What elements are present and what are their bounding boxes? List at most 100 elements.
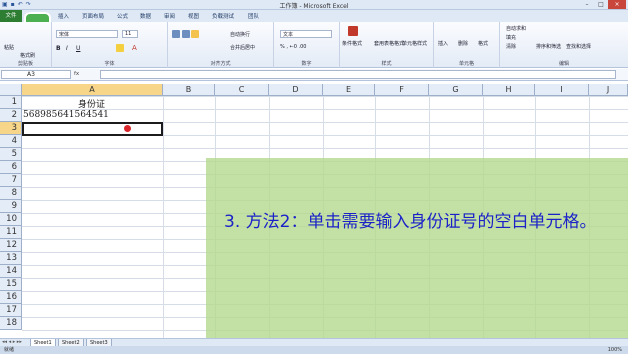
row-header-13[interactable]: 13 bbox=[0, 252, 22, 265]
paste-button[interactable]: 粘贴 bbox=[4, 44, 14, 51]
window-title: 工作簿 - Microsoft Excel bbox=[279, 3, 349, 10]
column-header-h[interactable]: H bbox=[483, 84, 535, 96]
row-header-1[interactable]: 1 bbox=[0, 96, 22, 109]
status-bar: 就绪 100% bbox=[0, 346, 628, 354]
delete-button[interactable]: 删除 bbox=[458, 40, 468, 47]
row-header-11[interactable]: 11 bbox=[0, 226, 22, 239]
ribbon-tabs: 文件 开始 插入 页面布局 公式 数据 审阅 视图 负载测试 团队 bbox=[0, 10, 628, 22]
alignment-label: 对齐方式 bbox=[210, 61, 231, 67]
row-header-2[interactable]: 2 bbox=[0, 109, 22, 122]
wrap-text-button[interactable]: 自动换行 bbox=[230, 31, 250, 38]
column-header-j[interactable]: J bbox=[589, 84, 628, 96]
number-format-select[interactable]: 文本 bbox=[280, 30, 332, 38]
fill-button[interactable]: 填充 bbox=[506, 34, 516, 41]
find-select-button[interactable]: 查找和选择 bbox=[566, 43, 591, 50]
font-group: 宋体 11 B I U A 字体 bbox=[52, 22, 168, 68]
merge-center-button[interactable]: 合并后居中 bbox=[230, 44, 255, 51]
row-header-7[interactable]: 7 bbox=[0, 174, 22, 187]
format-button[interactable]: 格式 bbox=[478, 40, 488, 47]
clipboard-label: 剪贴板 bbox=[17, 61, 33, 67]
cells-group: 插入 删除 格式 单元格 bbox=[434, 22, 500, 68]
insert-button[interactable]: 插入 bbox=[438, 40, 448, 47]
row-header-17[interactable]: 17 bbox=[0, 304, 22, 317]
alignment-group: 自动换行 合并后居中 对齐方式 bbox=[168, 22, 274, 68]
ribbon: 粘贴 格式刷 剪贴板 宋体 11 B I U A 字体 自动换行 合并后居中 对… bbox=[0, 22, 628, 68]
column-header-d[interactable]: D bbox=[269, 84, 323, 96]
row-header-3[interactable]: 3 bbox=[0, 122, 22, 135]
font-size-select[interactable]: 11 bbox=[122, 30, 138, 38]
tab-data[interactable]: 数据 bbox=[140, 12, 151, 20]
row-header-5[interactable]: 5 bbox=[0, 148, 22, 161]
close-button[interactable]: × bbox=[608, 0, 626, 9]
conditional-format-button[interactable]: 条件格式 bbox=[342, 40, 362, 47]
maximize-button[interactable]: □ bbox=[594, 0, 608, 9]
font-name-select[interactable]: 宋体 bbox=[56, 30, 118, 38]
tab-file[interactable]: 文件 bbox=[0, 10, 22, 22]
cells-label: 单元格 bbox=[458, 61, 474, 67]
styles-group: 条件格式 套用表格格式 单元格样式 样式 bbox=[340, 22, 434, 68]
row-header-15[interactable]: 15 bbox=[0, 278, 22, 291]
select-all-corner[interactable] bbox=[0, 84, 22, 96]
bold-button[interactable]: B bbox=[56, 45, 61, 52]
column-header-g[interactable]: G bbox=[429, 84, 483, 96]
clear-button[interactable]: 清除 bbox=[506, 43, 516, 50]
status-mode: 就绪 bbox=[4, 347, 15, 353]
number-group: 文本 % , ←0 .00 数字 bbox=[274, 22, 340, 68]
row-header-4[interactable]: 4 bbox=[0, 135, 22, 148]
title-bar: ▣ ▪ ↶ ↷ 工作簿 - Microsoft Excel – □ × bbox=[0, 0, 628, 10]
row-header-18[interactable]: 18 bbox=[0, 317, 22, 330]
cell-a2[interactable]: 568985641564541 bbox=[23, 110, 109, 120]
row-header-9[interactable]: 9 bbox=[0, 200, 22, 213]
underline-button[interactable]: U bbox=[76, 45, 80, 52]
row-header-12[interactable]: 12 bbox=[0, 239, 22, 252]
row-header-16[interactable]: 16 bbox=[0, 291, 22, 304]
tab-view[interactable]: 视图 bbox=[188, 12, 199, 20]
row-header-14[interactable]: 14 bbox=[0, 265, 22, 278]
row-header-10[interactable]: 10 bbox=[0, 213, 22, 226]
font-label: 字体 bbox=[104, 61, 115, 67]
italic-button[interactable]: I bbox=[66, 45, 68, 52]
tab-review[interactable]: 审阅 bbox=[164, 12, 175, 20]
window-controls: – □ × bbox=[580, 0, 626, 9]
minimize-button[interactable]: – bbox=[580, 0, 594, 9]
tutorial-overlay bbox=[206, 158, 628, 338]
column-header-b[interactable]: B bbox=[163, 84, 215, 96]
align-icons[interactable] bbox=[172, 30, 200, 38]
table-format-button[interactable]: 套用表格格式 bbox=[374, 40, 404, 47]
row-header-8[interactable]: 8 bbox=[0, 187, 22, 200]
cell-a1[interactable]: 身份证 bbox=[78, 97, 105, 110]
fx-icon[interactable]: fx bbox=[74, 71, 79, 77]
sheet-nav-arrows[interactable]: ◂◂ ◂ ▸ ▸▸ bbox=[2, 339, 22, 345]
tutorial-caption: 3. 方法2：单击需要输入身份证号的空白单元格。 bbox=[224, 212, 597, 232]
tab-formulas[interactable]: 公式 bbox=[117, 12, 128, 20]
step-marker-icon bbox=[124, 125, 131, 132]
formula-bar: A3 fx bbox=[0, 69, 628, 81]
conditional-format-icon bbox=[348, 26, 358, 36]
tab-page-layout[interactable]: 页面布局 bbox=[82, 12, 104, 20]
fill-color-icon[interactable] bbox=[116, 44, 124, 52]
column-header-a[interactable]: A bbox=[22, 84, 163, 96]
row-header-6[interactable]: 6 bbox=[0, 161, 22, 174]
zoom-level[interactable]: 100% bbox=[608, 346, 622, 354]
tab-insert[interactable]: 插入 bbox=[58, 12, 69, 20]
font-color-icon[interactable]: A bbox=[132, 44, 137, 52]
sort-filter-button[interactable]: 排序和筛选 bbox=[536, 43, 561, 50]
format-painter-button[interactable]: 格式刷 bbox=[20, 52, 35, 59]
gridline bbox=[163, 96, 164, 338]
name-box[interactable]: A3 bbox=[1, 70, 71, 79]
column-header-c[interactable]: C bbox=[215, 84, 269, 96]
clipboard-group: 粘贴 格式刷 剪贴板 bbox=[0, 22, 52, 68]
column-header-i[interactable]: I bbox=[535, 84, 589, 96]
cell-styles-button[interactable]: 单元格样式 bbox=[402, 40, 427, 47]
editing-group: 自动求和 填充 清除 排序和筛选 查找和选择 编辑 bbox=[500, 22, 628, 68]
autosum-button[interactable]: 自动求和 bbox=[506, 25, 526, 32]
percent-icon[interactable]: % , ←0 .00 bbox=[280, 44, 306, 50]
styles-label: 样式 bbox=[381, 61, 392, 67]
formula-input[interactable] bbox=[100, 70, 616, 79]
cell-a3-selected[interactable] bbox=[22, 122, 163, 136]
tab-team[interactable]: 团队 bbox=[248, 12, 259, 20]
column-header-f[interactable]: F bbox=[375, 84, 429, 96]
column-header-e[interactable]: E bbox=[323, 84, 375, 96]
sheet-tab-bar: ◂◂ ◂ ▸ ▸▸ Sheet1 Sheet2 Sheet3 bbox=[0, 338, 628, 347]
tab-load-test[interactable]: 负载测试 bbox=[212, 12, 234, 20]
